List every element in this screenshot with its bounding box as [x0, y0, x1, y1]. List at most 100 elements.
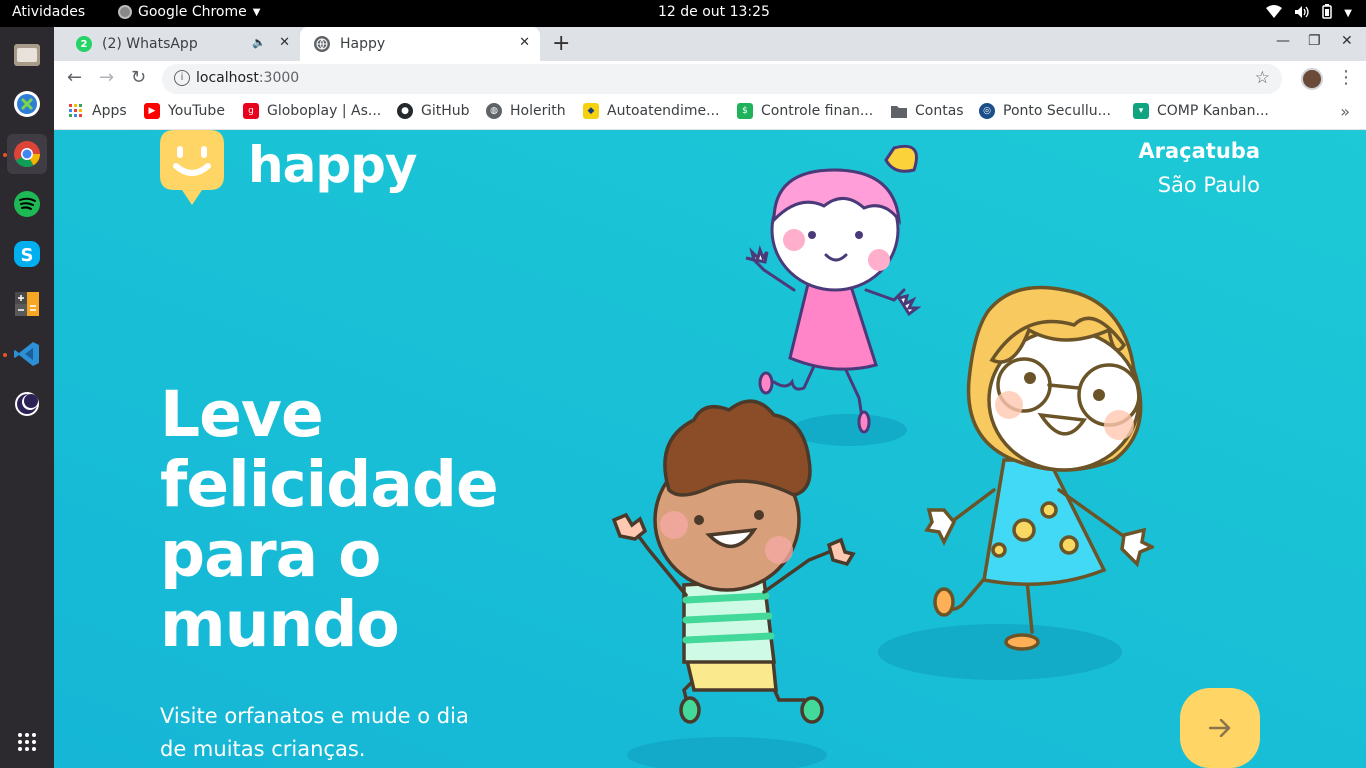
running-indicator [3, 153, 7, 157]
bookmark-comp-kanban[interactable]: ▾ COMP Kanban... [1133, 103, 1269, 119]
new-tab-button[interactable]: + [552, 31, 570, 56]
headline-line: mundo [160, 588, 400, 661]
blonde-girl-figure [924, 285, 1154, 651]
dock-calculator[interactable] [7, 284, 47, 324]
hero-headline: Leve felicidade para o mundo [160, 380, 580, 660]
bookmark-label: Controle finan... [761, 103, 874, 119]
eclipse-icon [15, 392, 39, 416]
battery-icon [1322, 4, 1333, 23]
bookmark-ponto-secullum[interactable]: ◎ Ponto Secullu... [979, 103, 1111, 119]
chrome-icon [14, 141, 41, 168]
globe-icon: ◍ [486, 103, 502, 119]
minimize-icon[interactable]: — [1276, 33, 1290, 49]
more-bookmarks-icon[interactable]: » [1340, 102, 1350, 121]
location-state: São Paulo [1157, 173, 1260, 197]
logo-text: happy [248, 136, 418, 194]
app-menu[interactable]: Google Chrome ▼ [118, 4, 260, 20]
bookmark-globoplay[interactable]: g Globoplay | As... [243, 103, 381, 119]
dock-spotify[interactable] [7, 184, 47, 224]
power-menu-icon: ▼ [1344, 8, 1352, 19]
tab-strip: 2 (2) WhatsApp 🔈 ✕ Happy ✕ + — ❐ ✕ [54, 27, 1366, 61]
dock: S [0, 27, 54, 768]
bookmark-github[interactable]: ● GitHub [397, 103, 470, 119]
headline-line: para o [160, 518, 381, 591]
bookmarks-bar: Apps ▶ YouTube g Globoplay | As... ● Git… [54, 97, 1366, 130]
vscode-icon [14, 342, 39, 366]
bookmark-label: Contas [915, 103, 964, 119]
happy-logo[interactable]: happy [160, 130, 418, 206]
calculator-icon [15, 292, 39, 316]
folder-icon [891, 103, 907, 119]
forward-button[interactable]: → [99, 67, 114, 88]
dollar-icon: $ [737, 103, 753, 119]
url-text[interactable]: localhost:3000 [196, 70, 299, 86]
reload-button[interactable]: ↻ [131, 67, 146, 88]
subtitle-line: Visite orfanatos e mude o dia [160, 704, 469, 728]
location: Araçatuba São Paulo [1138, 134, 1260, 202]
location-city: Araçatuba [1138, 139, 1260, 163]
activities-button[interactable]: Atividades [12, 4, 85, 20]
bookmark-youtube[interactable]: ▶ YouTube [144, 103, 225, 119]
curly-boy-figure [611, 399, 856, 724]
pink-girl-figure [745, 144, 922, 434]
bookmark-holerith[interactable]: ◍ Holerith [486, 103, 566, 119]
site-info-icon[interactable]: i [174, 70, 190, 86]
files-icon [14, 44, 40, 66]
bookmark-star-icon[interactable]: ☆ [1255, 68, 1270, 88]
headline-line: felicidade [160, 448, 499, 521]
apps-grid-icon [18, 733, 36, 751]
browser-toolbar: ← → ↻ i localhost:3000 ☆ ⋮ [54, 61, 1366, 97]
profile-avatar[interactable] [1301, 68, 1323, 90]
enter-app-button[interactable] [1180, 688, 1260, 768]
dock-show-apps[interactable] [7, 722, 47, 762]
bookmark-label: Globoplay | As... [267, 103, 382, 119]
secullum-icon: ◎ [979, 103, 995, 119]
close-tab-icon[interactable]: ✕ [279, 35, 290, 50]
back-button[interactable]: ← [67, 67, 82, 88]
dock-skype[interactable]: S [7, 234, 47, 274]
kids-illustration [611, 144, 1154, 768]
whatsapp-icon: 2 [76, 36, 92, 52]
tab-whatsapp[interactable]: 2 (2) WhatsApp 🔈 ✕ [62, 27, 300, 61]
close-window-icon[interactable]: ✕ [1341, 33, 1353, 49]
globoplay-icon: g [243, 103, 259, 119]
wifi-icon [1266, 4, 1283, 23]
menu-kebab-icon[interactable]: ⋮ [1337, 67, 1355, 88]
tab-title: (2) WhatsApp [102, 36, 198, 52]
bookmark-folder-contas[interactable]: Contas [891, 103, 964, 119]
landing-page: happy Araçatuba São Paulo Leve felicidad… [54, 130, 1366, 768]
bookmark-label: Apps [92, 103, 127, 119]
dock-remote-desktop[interactable] [7, 84, 47, 124]
chrome-mini-icon [118, 5, 132, 19]
kanban-icon: ▾ [1133, 103, 1149, 119]
svg-text:S: S [21, 245, 34, 266]
hero-subtitle: Visite orfanatos e mude o dia de muitas … [160, 700, 500, 766]
tab-title: Happy [340, 36, 386, 52]
bank-icon: ◆ [583, 103, 599, 119]
smiley-logo-icon [160, 130, 224, 205]
bookmark-controle-financeiro[interactable]: $ Controle finan... [737, 103, 873, 119]
arrow-right-icon [1209, 719, 1231, 737]
dock-eclipse[interactable] [7, 384, 47, 424]
address-bar[interactable]: i localhost:3000 ☆ [162, 64, 1282, 94]
bookmark-apps[interactable]: Apps [68, 103, 127, 119]
youtube-icon: ▶ [144, 103, 160, 119]
dock-files[interactable] [7, 34, 47, 74]
close-tab-icon[interactable]: ✕ [519, 35, 530, 50]
dock-chrome[interactable] [7, 134, 47, 174]
bookmark-label: YouTube [168, 103, 225, 119]
tab-happy[interactable]: Happy ✕ [300, 27, 540, 61]
speaker-icon[interactable]: 🔈 [252, 36, 266, 49]
bookmark-label: Holerith [510, 103, 566, 119]
system-top-bar: Atividades Google Chrome ▼ 12 de out 13:… [0, 0, 1366, 27]
bookmark-autoatendimento[interactable]: ◆ Autoatendime... [583, 103, 719, 119]
bookmark-label: COMP Kanban... [1157, 103, 1269, 119]
system-tray[interactable]: ▼ [1266, 4, 1352, 23]
dock-vscode[interactable] [7, 334, 47, 374]
globe-icon [314, 36, 330, 52]
subtitle-line: de muitas crianças. [160, 737, 366, 761]
headline-line: Leve [160, 378, 324, 451]
clock[interactable]: 12 de out 13:25 [658, 4, 770, 20]
restore-icon[interactable]: ❐ [1308, 33, 1321, 49]
bookmark-label: Autoatendime... [607, 103, 720, 119]
